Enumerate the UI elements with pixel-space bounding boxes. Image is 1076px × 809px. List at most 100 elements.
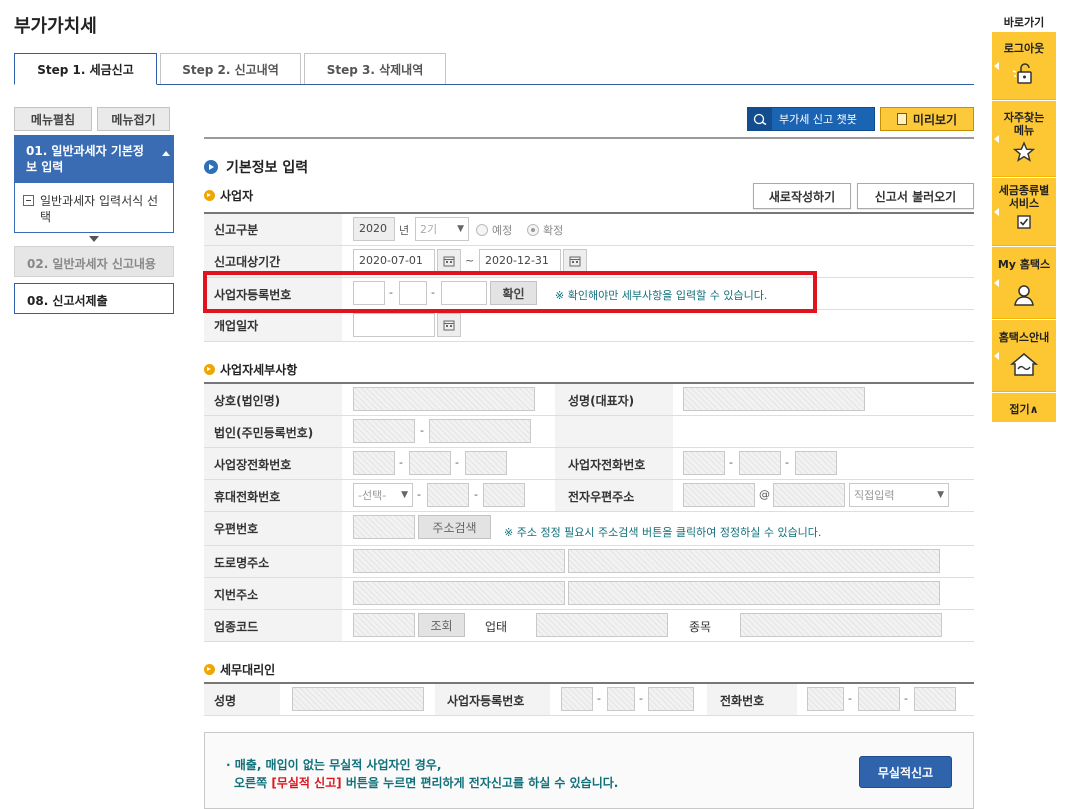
- email-domain-select[interactable]: 직접입력 ▼: [849, 483, 949, 507]
- calendar-icon[interactable]: [563, 249, 587, 273]
- address-search-button[interactable]: 주소검색: [418, 515, 491, 539]
- house-icon: [1009, 353, 1039, 376]
- open-date-field[interactable]: [353, 313, 435, 337]
- menu-expand-button[interactable]: 메뉴펼침: [14, 107, 92, 131]
- quick-hometax-guide[interactable]: 홈택스안내: [992, 320, 1056, 392]
- mobile-part3[interactable]: [483, 483, 525, 507]
- caret-icon: [994, 134, 999, 143]
- minus-box-icon: [23, 195, 34, 206]
- no-performance-report-button[interactable]: 무실적신고: [859, 756, 952, 788]
- lookup-button[interactable]: 조회: [418, 613, 465, 637]
- row-divider: [204, 479, 974, 480]
- agent-reg-no-part2[interactable]: [607, 687, 635, 711]
- caret-icon: [994, 207, 999, 216]
- corp-no-label: 법인(주민등록번호): [214, 426, 314, 440]
- office-phone-label: 사업장전화번호: [214, 458, 292, 472]
- quick-faq-menu[interactable]: 자주찾는 메뉴: [992, 101, 1056, 177]
- trade-name-label: 상호(법인명): [214, 394, 281, 408]
- year-field[interactable]: 2020: [353, 217, 395, 241]
- office-phone-part1[interactable]: [353, 451, 395, 475]
- calendar-icon[interactable]: [437, 313, 461, 337]
- down-arrow-icon: [89, 236, 99, 242]
- biz-item-label: 종목: [689, 620, 712, 634]
- calendar-icon[interactable]: [437, 249, 461, 273]
- biz-type-field[interactable]: [536, 613, 668, 637]
- quick-logout[interactable]: 로그아웃: [992, 32, 1056, 100]
- menu-step1[interactable]: 01. 일반과세자 기본정보 입력: [14, 135, 174, 183]
- road-addr-label: 도로명주소: [214, 556, 270, 570]
- period-select[interactable]: 2기 ▼: [415, 217, 469, 241]
- quick-my-hometax[interactable]: My 홈택스: [992, 247, 1056, 319]
- menu-step2[interactable]: 02. 일반과세자 신고내용: [14, 246, 174, 277]
- dash: -: [729, 456, 733, 469]
- tab-step2[interactable]: Step 2. 신고내역: [160, 53, 301, 84]
- trade-name-field[interactable]: [353, 387, 535, 411]
- notice-line1: · 매출, 매입이 없는 무실적 사업자인 경우,: [226, 758, 442, 772]
- dash: -: [785, 456, 789, 469]
- postal-field[interactable]: [353, 515, 415, 539]
- radio-final[interactable]: 확정: [527, 222, 563, 238]
- biz-item-field[interactable]: [740, 613, 942, 637]
- dash: -: [848, 692, 852, 705]
- agent-phone-part1[interactable]: [807, 687, 844, 711]
- dash: -: [639, 692, 643, 705]
- report-type-label: 신고구분: [214, 223, 259, 237]
- rep-name-field[interactable]: [683, 387, 865, 411]
- date-to-field[interactable]: 2020-12-31: [479, 249, 561, 273]
- quick-links-title: 바로가기: [1003, 16, 1045, 29]
- date-from-field[interactable]: 2020-07-01: [353, 249, 435, 273]
- email-label: 전자우편주소: [568, 490, 635, 504]
- row-divider: [204, 715, 974, 716]
- chatbot-button[interactable]: 부가세 신고 챗봇: [747, 107, 875, 131]
- user-icon: [1014, 285, 1034, 306]
- menu-step3[interactable]: 08. 신고서제출: [14, 283, 174, 314]
- postal-note: ※ 주소 정정 필요시 주소검색 버튼을 클릭하여 정정하실 수 있습니다.: [504, 526, 822, 539]
- road-addr-field2[interactable]: [568, 549, 940, 573]
- email-id-field[interactable]: [683, 483, 755, 507]
- biz-phone-part2[interactable]: [739, 451, 781, 475]
- quick-tax-service[interactable]: 세금종류별 서비스: [992, 178, 1056, 246]
- bullet-icon: [204, 190, 215, 201]
- corp-no-part2[interactable]: [429, 419, 531, 443]
- rep-name-label: 성명(대표자): [568, 394, 635, 408]
- mobile-select[interactable]: -선택- ▼: [353, 483, 413, 507]
- office-phone-part2[interactable]: [409, 451, 451, 475]
- biz-phone-part3[interactable]: [795, 451, 837, 475]
- chevron-up-icon: [162, 151, 170, 156]
- agent-reg-no-part3[interactable]: [648, 687, 694, 711]
- agent-phone-part2[interactable]: [858, 687, 900, 711]
- tab-step1[interactable]: Step 1. 세금신고: [14, 53, 157, 85]
- tab-bar-line: [14, 84, 974, 85]
- office-phone-part3[interactable]: [465, 451, 507, 475]
- menu-collapse-button[interactable]: 메뉴접기: [97, 107, 170, 131]
- lot-addr-field2[interactable]: [568, 581, 940, 605]
- at-sign: @: [759, 488, 770, 501]
- agent-reg-no-part1[interactable]: [561, 687, 593, 711]
- checkbox-icon: [1017, 215, 1031, 229]
- lot-addr-field1[interactable]: [353, 581, 565, 605]
- biz-phone-part1[interactable]: [683, 451, 725, 475]
- agent-name-label: 성명: [214, 694, 237, 708]
- menu-step1-sub[interactable]: 일반과세자 입력서식 선택: [14, 183, 174, 233]
- row-divider: [204, 245, 974, 246]
- tab-step3[interactable]: Step 3. 삭제내역: [304, 53, 446, 84]
- email-domain-field[interactable]: [773, 483, 845, 507]
- quick-fold-button[interactable]: 접기∧: [992, 393, 1056, 422]
- mobile-part2[interactable]: [427, 483, 469, 507]
- dash: -: [420, 424, 424, 437]
- dash: -: [597, 692, 601, 705]
- corp-no-part1[interactable]: [353, 419, 415, 443]
- agent-name-field[interactable]: [292, 687, 424, 711]
- road-addr-field1[interactable]: [353, 549, 565, 573]
- circle-arrow-icon: [204, 160, 218, 174]
- preview-button[interactable]: 미리보기: [880, 107, 974, 131]
- industry-code-field[interactable]: [353, 613, 415, 637]
- page-title: 부가가치세: [14, 16, 97, 37]
- menu-step1-sub-label: 일반과세자 입력서식 선택: [40, 194, 159, 224]
- load-report-button[interactable]: 신고서 불러오기: [857, 183, 974, 209]
- radio-expected[interactable]: 예정: [476, 222, 512, 238]
- caret-icon: [994, 61, 999, 70]
- new-report-button[interactable]: 새로작성하기: [753, 183, 851, 209]
- target-period-label: 신고대상기간: [214, 255, 281, 269]
- agent-phone-part3[interactable]: [914, 687, 956, 711]
